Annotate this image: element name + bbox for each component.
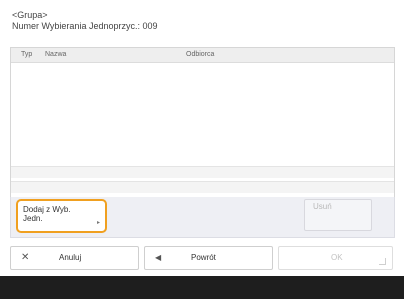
group-label: <Grupa> — [12, 10, 48, 20]
list-row-empty[interactable] — [11, 166, 394, 178]
list-row-empty[interactable] — [11, 181, 394, 193]
add-from-speed-dial-button[interactable]: Dodaj z Wyb. Jedn. ▸ — [16, 199, 107, 233]
column-name: Nazwa — [45, 51, 67, 58]
cancel-label: Anuluj — [59, 253, 82, 262]
status-bar — [0, 276, 404, 299]
column-type: Typ — [21, 51, 33, 58]
back-label: Powrót — [191, 253, 216, 262]
add-button-label-line1: Dodaj z Wyb. — [23, 205, 71, 214]
delete-button[interactable]: Usuń — [304, 199, 372, 231]
ok-label: OK — [331, 253, 343, 262]
column-header: Typ Nazwa Odbiorca — [11, 48, 394, 63]
cancel-button[interactable]: ✕ Anuluj — [10, 246, 139, 270]
delete-label: Usuń — [313, 202, 332, 211]
destination-list: Typ Nazwa Odbiorca — [10, 47, 395, 199]
speed-dial-number: Numer Wybierania Jednoprzyc.: 009 — [12, 21, 158, 31]
arrow-right-small-icon: ▸ — [96, 220, 100, 226]
corner-mark-icon — [379, 258, 386, 265]
header: <Grupa> Numer Wybierania Jednoprzyc.: 00… — [12, 10, 158, 32]
ok-button[interactable]: OK — [278, 246, 393, 270]
back-button[interactable]: ◀ Powrót — [144, 246, 273, 270]
add-button-label-line2: Jedn. — [23, 214, 43, 223]
action-bar: Dodaj z Wyb. Jedn. ▸ Usuń — [10, 197, 395, 238]
close-icon: ✕ — [21, 252, 30, 263]
left-arrow-icon: ◀ — [155, 253, 162, 262]
column-recipient: Odbiorca — [186, 51, 215, 58]
